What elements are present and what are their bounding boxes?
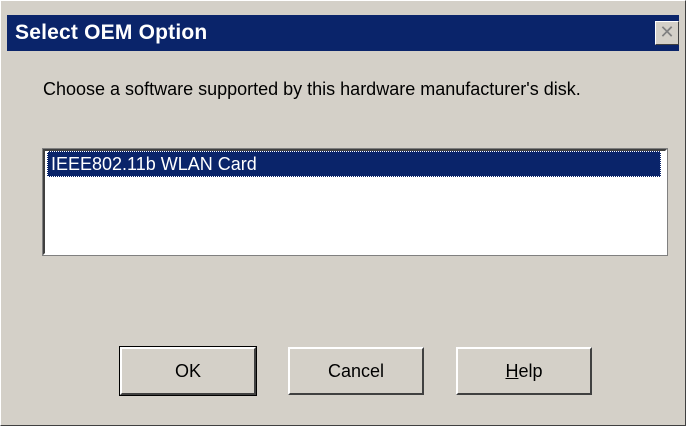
ok-button[interactable]: OK (119, 346, 257, 396)
close-button[interactable]: ✕ (655, 21, 679, 45)
ok-button-label: OK (174, 361, 201, 381)
software-listbox[interactable]: IEEE802.11b WLAN Card (42, 148, 668, 256)
list-item-label: IEEE802.11b WLAN Card (51, 154, 257, 174)
help-button[interactable]: Help (456, 347, 592, 395)
cancel-button-label: Cancel (327, 361, 385, 381)
instruction-text: Choose a software supported by this hard… (43, 79, 581, 99)
close-icon: ✕ (659, 22, 675, 42)
title-bar[interactable]: Select OEM Option ✕ (7, 15, 679, 51)
help-button-mnemonic: H (505, 361, 519, 381)
select-oem-option-dialog: Select OEM Option ✕ Choose a software su… (0, 0, 686, 426)
cancel-button[interactable]: Cancel (288, 347, 424, 395)
window-title: Select OEM Option (15, 21, 208, 44)
list-item[interactable]: IEEE802.11b WLAN Card (47, 151, 661, 177)
help-button-label: elp (518, 361, 543, 381)
